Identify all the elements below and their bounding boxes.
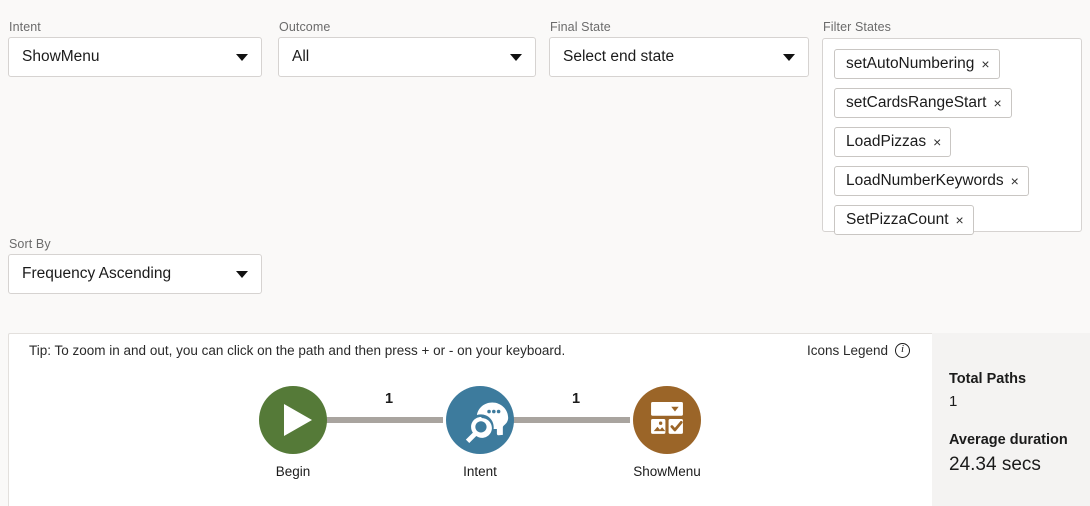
zoom-tip-text: Tip: To zoom in and out, you can click o… xyxy=(29,343,566,358)
filter-state-chip[interactable]: setCardsRangeStart × xyxy=(834,88,1012,118)
flow-node-label: ShowMenu xyxy=(633,464,701,479)
filter-final-state: Final State Select end state xyxy=(549,20,809,77)
chevron-down-icon xyxy=(783,54,795,61)
remove-chip-icon[interactable]: × xyxy=(981,57,989,71)
flow-node[interactable]: ShowMenu xyxy=(630,386,704,479)
flow-edge[interactable] xyxy=(511,417,630,423)
filter-state-chip[interactable]: LoadPizzas × xyxy=(834,127,952,157)
intent-value: ShowMenu xyxy=(22,48,100,65)
stats-panel: Total Paths 1 Average duration 24.34 sec… xyxy=(932,333,1090,506)
path-analytics-page: Intent ShowMenu Outcome All Final State … xyxy=(0,0,1090,506)
final-state-label: Final State xyxy=(550,20,611,34)
play-icon xyxy=(284,404,312,436)
filter-states-label: Filter States xyxy=(823,20,891,34)
filter-sort-by: Sort By Frequency Ascending xyxy=(8,237,262,294)
filter-chip-row: LoadPizzas × xyxy=(834,127,1070,166)
filter-states: Filter States xyxy=(822,20,1082,37)
filter-states-box[interactable]: setAutoNumbering × setCardsRangeStart × Load… xyxy=(822,38,1082,235)
flow-edge-count: 1 xyxy=(384,391,394,407)
intent-label: Intent xyxy=(9,20,41,34)
filter-chip-row: setAutoNumbering × xyxy=(834,49,1070,88)
show-menu-icon xyxy=(651,401,683,434)
filter-chip-row: SetPizzaCount × xyxy=(834,205,1070,244)
flow-node[interactable]: Begin xyxy=(256,386,330,479)
filter-outcome: Outcome All xyxy=(278,20,536,77)
chevron-down-icon xyxy=(236,271,248,278)
remove-chip-icon[interactable]: × xyxy=(1011,174,1019,188)
filter-state-chip[interactable]: LoadNumberKeywords × xyxy=(834,166,1029,196)
intent-select[interactable]: ShowMenu xyxy=(8,37,262,77)
flow-edge[interactable] xyxy=(324,417,443,423)
outcome-select[interactable]: All xyxy=(278,37,536,77)
chevron-down-icon xyxy=(236,54,248,61)
remove-chip-icon[interactable]: × xyxy=(933,135,941,149)
icons-legend-button[interactable]: Icons Legend xyxy=(807,342,911,358)
flow-node[interactable]: Intent xyxy=(443,386,517,479)
filter-state-chip[interactable]: SetPizzaCount × xyxy=(834,205,974,235)
final-state-select[interactable]: Select end state xyxy=(549,37,809,77)
average-duration-label: Average duration xyxy=(949,432,1068,448)
filter-chip-row: LoadNumberKeywords × xyxy=(834,166,1070,205)
average-duration-value: 24.34 secs xyxy=(949,454,1041,475)
path-flow-diagram: 1 1 Begin Intent ShowMenu xyxy=(9,386,933,506)
flow-node-circle[interactable] xyxy=(259,386,327,454)
total-paths-label: Total Paths xyxy=(949,371,1027,387)
flow-edge-count: 1 xyxy=(571,391,581,407)
filter-state-chip[interactable]: setAutoNumbering × xyxy=(834,49,1000,79)
final-state-value: Select end state xyxy=(563,48,675,65)
flow-node-label: Intent xyxy=(463,464,497,479)
path-graph-card: Tip: To zoom in and out, you can click o… xyxy=(8,333,1090,506)
sort-by-select[interactable]: Frequency Ascending xyxy=(8,254,262,294)
filter-intent: Intent ShowMenu xyxy=(8,20,262,77)
sort-by-label: Sort By xyxy=(9,237,51,251)
outcome-value: All xyxy=(292,48,310,65)
icons-legend-label: Icons Legend xyxy=(807,343,889,358)
flow-node-label: Begin xyxy=(275,464,311,479)
total-paths-value: 1 xyxy=(949,393,958,410)
flow-node-circle[interactable] xyxy=(446,386,514,454)
filter-chip-row: setCardsRangeStart × xyxy=(834,88,1070,127)
chevron-down-icon xyxy=(510,54,522,61)
remove-chip-icon[interactable]: × xyxy=(956,213,964,227)
flow-node-circle[interactable] xyxy=(633,386,701,454)
remove-chip-icon[interactable]: × xyxy=(993,96,1001,110)
sort-by-value: Frequency Ascending xyxy=(22,265,172,282)
outcome-label: Outcome xyxy=(279,20,331,34)
intent-search-icon xyxy=(465,402,509,444)
filter-states-chip-list: setAutoNumbering × setCardsRangeStart × Load… xyxy=(834,49,1070,244)
info-circle-icon xyxy=(895,342,911,358)
